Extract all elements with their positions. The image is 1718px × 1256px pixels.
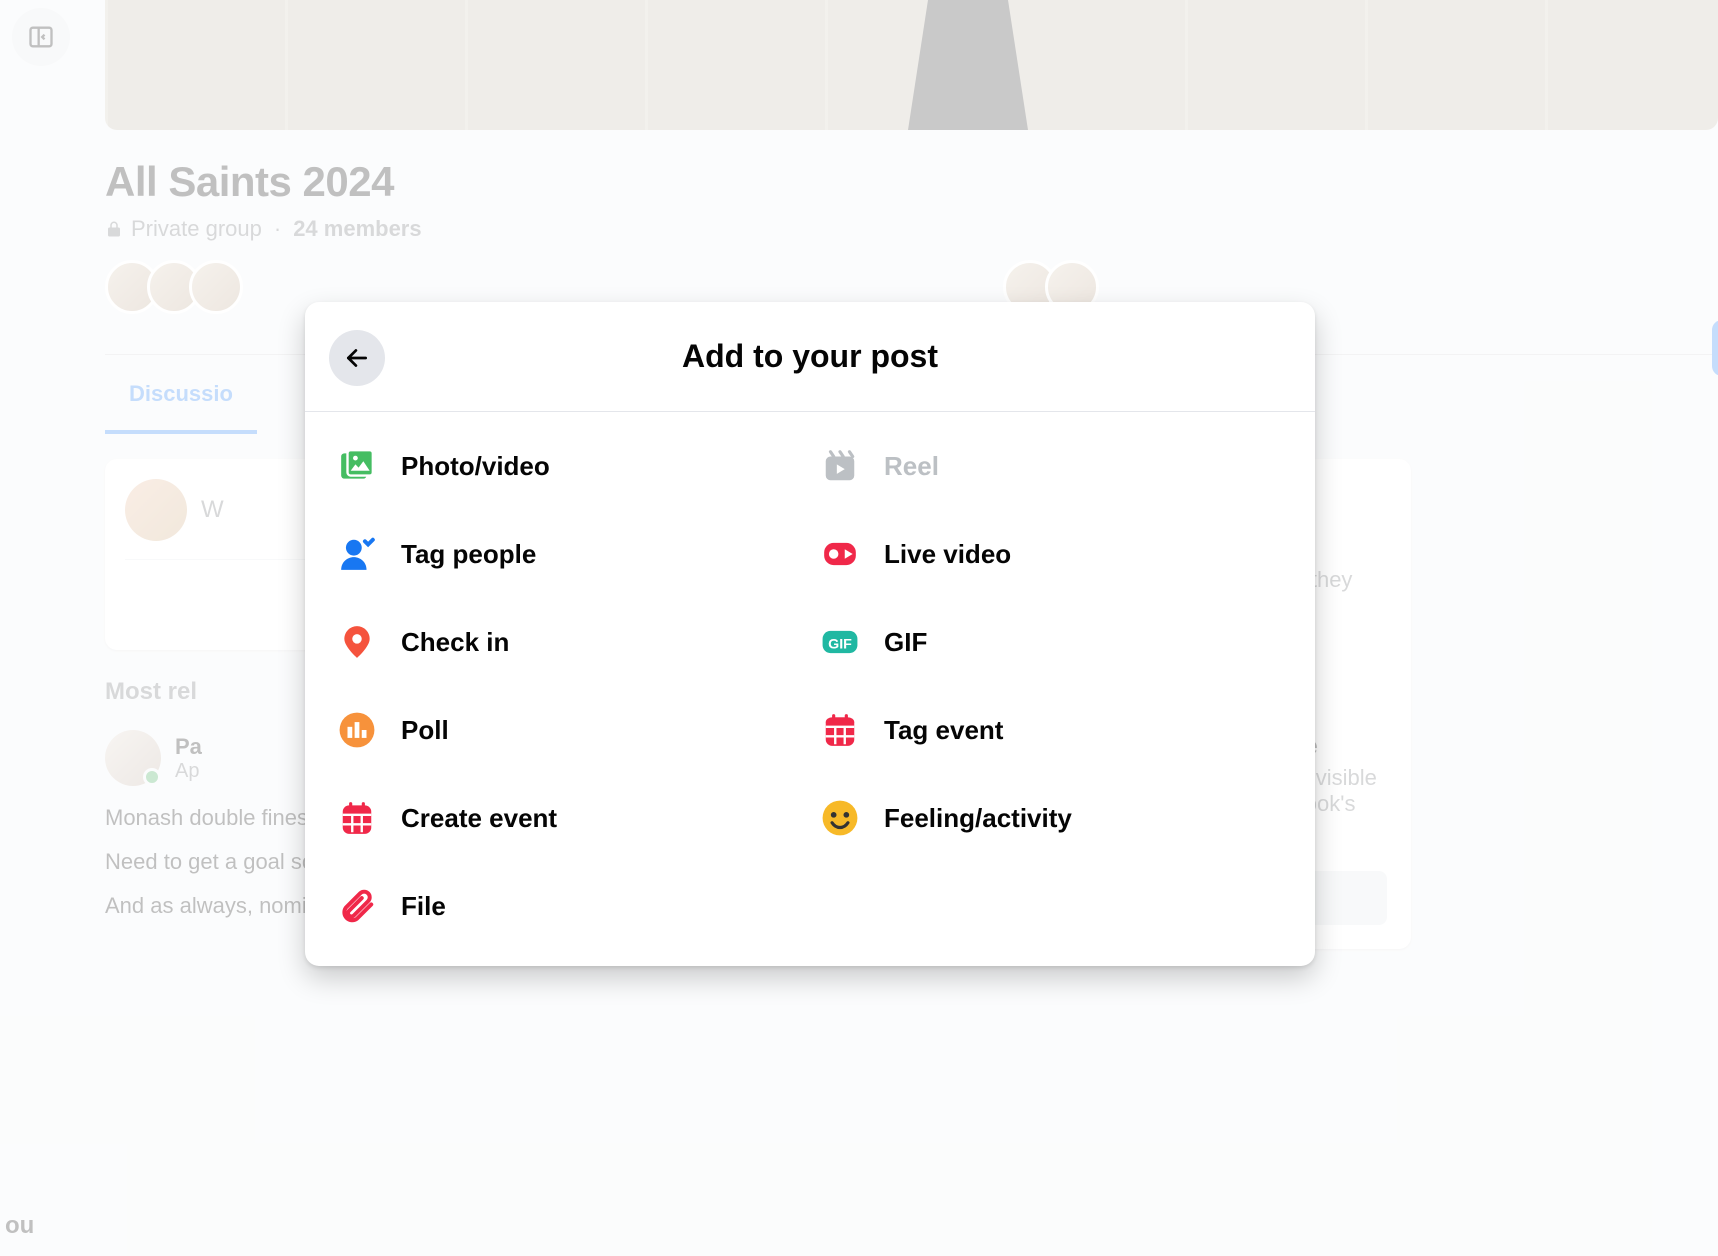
option-label: Tag people	[401, 539, 536, 570]
poll-icon	[337, 710, 377, 750]
location-pin-icon	[337, 622, 377, 662]
tag-people-icon	[337, 534, 377, 574]
option-file[interactable]: File	[337, 882, 800, 930]
option-label: Feeling/activity	[884, 803, 1072, 834]
feeling-icon	[820, 798, 860, 838]
gif-icon: GIF	[820, 622, 860, 662]
paperclip-icon	[337, 886, 377, 926]
modal-options: Photo/video Reel Tag people Live video	[305, 412, 1315, 966]
svg-text:GIF: GIF	[828, 636, 852, 652]
photo-video-icon	[337, 446, 377, 486]
option-reel: Reel	[820, 442, 1283, 490]
modal-title: Add to your post	[682, 338, 938, 375]
option-live-video[interactable]: Live video	[820, 530, 1283, 578]
option-label: Photo/video	[401, 451, 550, 482]
option-label: GIF	[884, 627, 927, 658]
option-label: Poll	[401, 715, 449, 746]
add-to-post-modal: Add to your post Photo/video Reel Tag pe…	[305, 302, 1315, 966]
option-label: Tag event	[884, 715, 1003, 746]
modal-header: Add to your post	[305, 302, 1315, 412]
option-label: File	[401, 891, 446, 922]
option-feeling-activity[interactable]: Feeling/activity	[820, 794, 1283, 842]
option-create-event[interactable]: Create event	[337, 794, 800, 842]
reel-icon	[820, 446, 860, 486]
tag-event-icon	[820, 710, 860, 750]
option-tag-event[interactable]: Tag event	[820, 706, 1283, 754]
option-photo-video[interactable]: Photo/video	[337, 442, 800, 490]
option-gif[interactable]: GIF GIF	[820, 618, 1283, 666]
option-label: Live video	[884, 539, 1011, 570]
option-label: Check in	[401, 627, 509, 658]
live-video-icon	[820, 534, 860, 574]
option-check-in[interactable]: Check in	[337, 618, 800, 666]
create-event-icon	[337, 798, 377, 838]
back-button[interactable]	[329, 330, 385, 386]
option-poll[interactable]: Poll	[337, 706, 800, 754]
option-label: Reel	[884, 451, 939, 482]
option-tag-people[interactable]: Tag people	[337, 530, 800, 578]
option-label: Create event	[401, 803, 557, 834]
arrow-left-icon	[344, 345, 370, 371]
